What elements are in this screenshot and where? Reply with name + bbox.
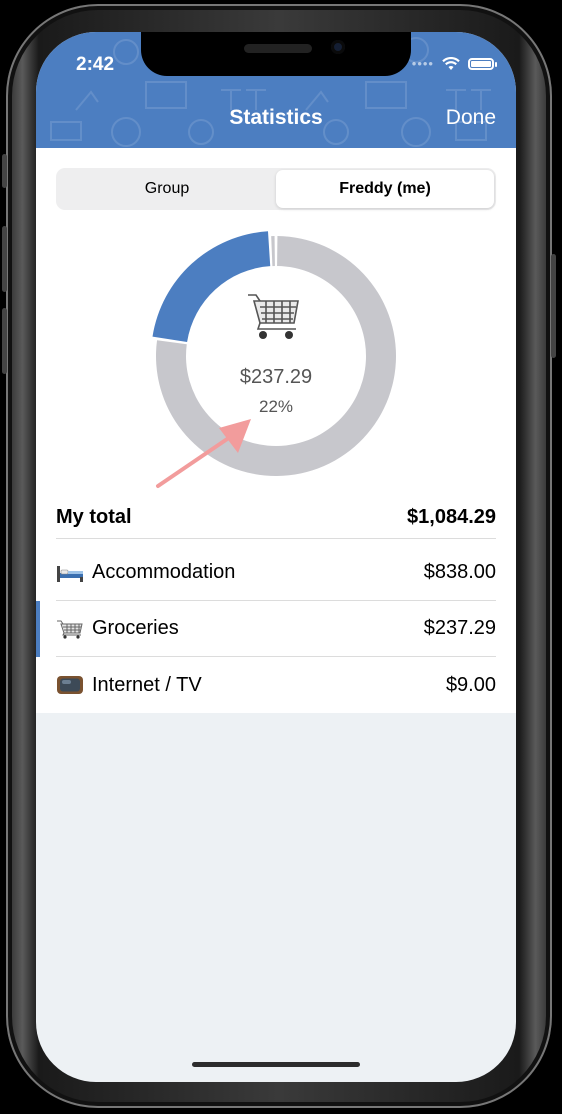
wifi-icon <box>442 56 460 70</box>
category-list: Accommodation $838.00 Groceries $237.29 … <box>36 545 516 713</box>
member-segmented-control: Group Freddy (me) <box>56 168 496 210</box>
selected-indicator <box>36 601 40 657</box>
category-label: Accommodation <box>92 561 236 583</box>
category-value: $237.29 <box>423 617 496 639</box>
statistics-content: Group Freddy (me) $237.29 22% My total $… <box>36 148 516 713</box>
battery-icon <box>468 57 497 70</box>
expense-donut-chart <box>152 231 396 476</box>
screen: 2:42 •••• Statistics Done Group Freddy (… <box>36 32 516 1082</box>
total-value: $1,084.29 <box>407 505 496 528</box>
donut-slice-internet-tv[interactable] <box>271 236 275 267</box>
power-button <box>551 254 556 358</box>
speaker <box>244 44 312 53</box>
tv-icon <box>57 676 83 694</box>
done-button[interactable]: Done <box>446 106 496 130</box>
navigation-bar: 2:42 •••• Statistics Done <box>36 32 516 148</box>
silent-switch <box>2 154 7 188</box>
category-row-accommodation[interactable]: Accommodation $838.00 <box>36 545 516 601</box>
category-value: $9.00 <box>445 673 496 696</box>
volume-up-button <box>2 226 7 292</box>
center-percent: 22% <box>258 397 294 416</box>
front-camera <box>331 40 345 54</box>
signal-dots-icon: •••• <box>411 56 434 71</box>
category-row-internet-tv[interactable]: Internet / TV $9.00 <box>36 657 516 713</box>
status-time: 2:42 <box>76 54 115 75</box>
page-title: Statistics <box>229 106 323 129</box>
notch <box>141 32 411 76</box>
status-icons: •••• <box>411 56 497 71</box>
volume-down-button <box>2 308 7 374</box>
segment-me[interactable]: Freddy (me) <box>276 170 494 208</box>
segment-group[interactable]: Group <box>58 170 276 208</box>
shopping-cart-icon <box>248 294 299 339</box>
category-label: Internet / TV <box>92 673 202 696</box>
category-label: Groceries <box>92 617 179 639</box>
shopping-cart-icon <box>57 620 83 639</box>
home-indicator <box>192 1062 360 1067</box>
center-amount: $237.29 <box>239 366 313 388</box>
category-row-groceries[interactable]: Groceries $237.29 <box>36 601 516 657</box>
bed-icon <box>57 565 83 582</box>
category-value: $838.00 <box>423 561 496 583</box>
total-label: My total <box>56 505 132 528</box>
total-row: My total $1,084.29 <box>56 496 496 539</box>
